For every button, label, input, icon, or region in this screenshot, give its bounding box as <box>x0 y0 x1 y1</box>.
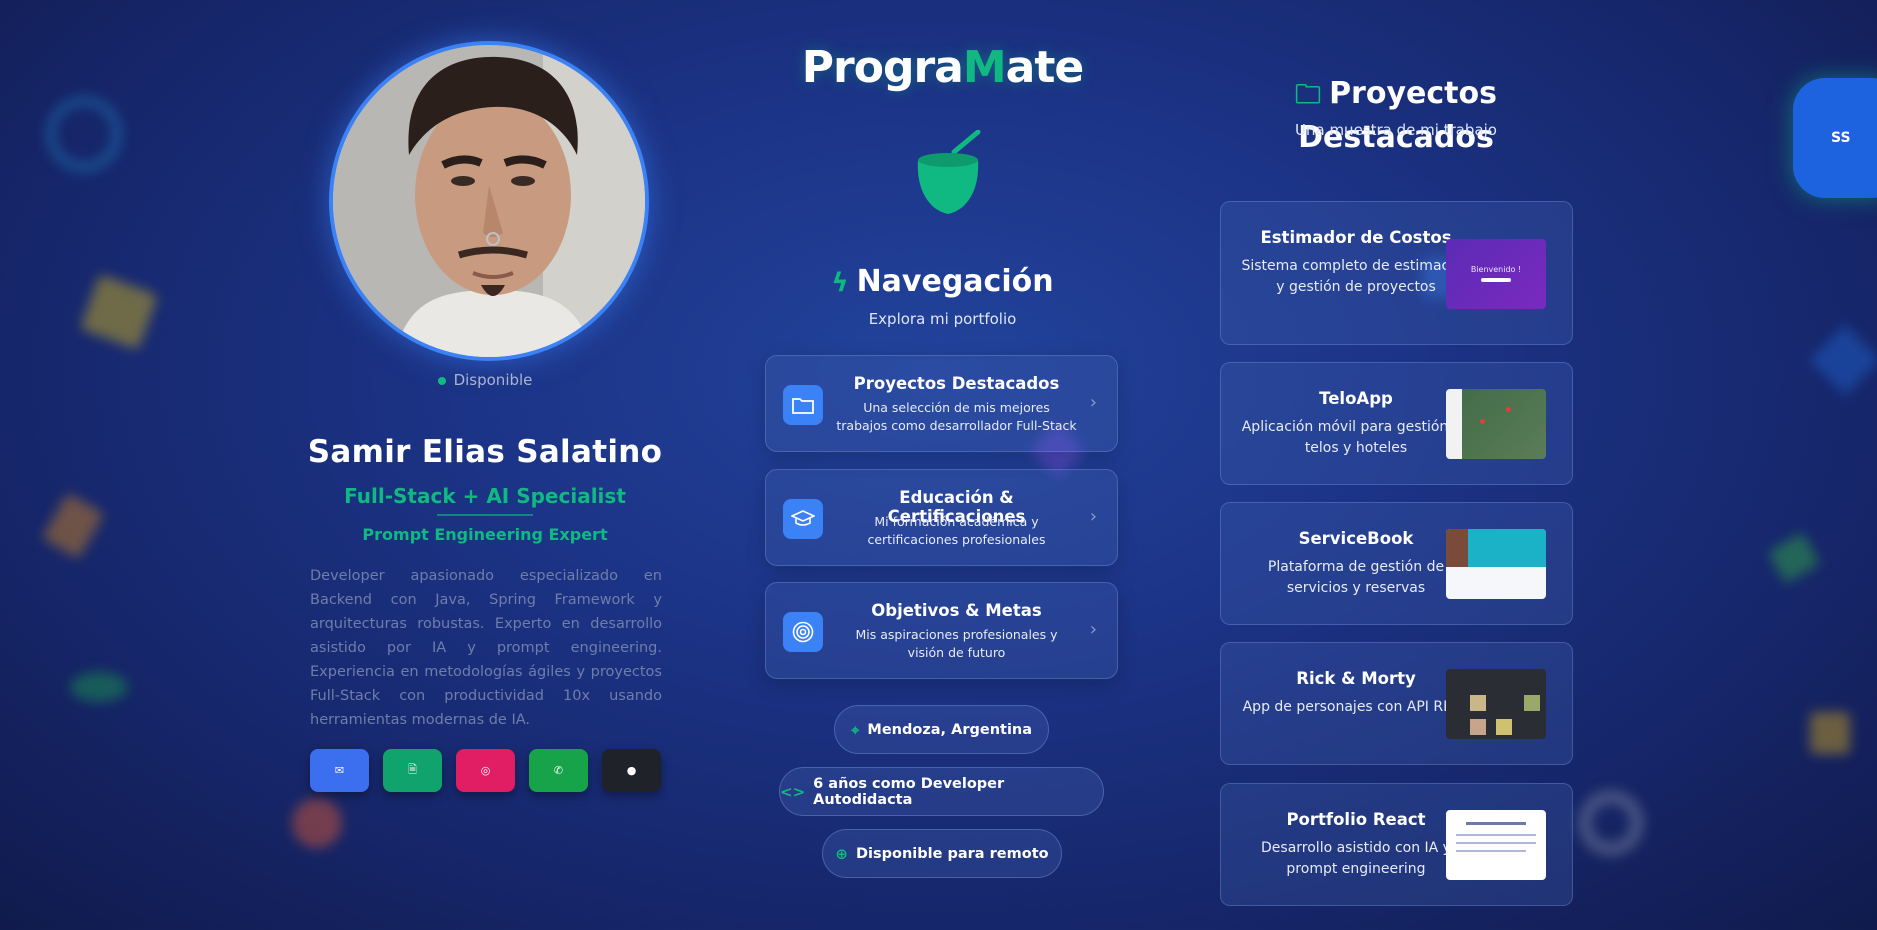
pill-label: Mendoza, Argentina <box>867 721 1033 738</box>
nav-card-desc: Una selección de mis mejores trabajos co… <box>836 400 1077 433</box>
chevron-right-icon: › <box>1089 392 1097 413</box>
user-avatar-badge[interactable]: SS <box>1793 78 1877 198</box>
nav-card-title: Objetivos & Metas <box>871 601 1042 620</box>
code-icon: <> <box>780 782 806 801</box>
nav-card-projects[interactable]: Proyectos Destacados Una selección de mi… <box>765 355 1118 452</box>
project-thumbnail <box>1446 669 1546 739</box>
project-title: Estimador de Costos <box>1260 228 1452 247</box>
user-initials: SS <box>1831 130 1851 146</box>
project-desc: Desarrollo asistido con IA y prompt engi… <box>1261 840 1451 877</box>
decorative-oval <box>70 672 128 702</box>
profile-name: Samir Elias Salatino <box>307 434 663 470</box>
target-icon <box>783 612 823 652</box>
project-card-portfolio-react[interactable]: Portfolio React Desarrollo asistido con … <box>1220 783 1573 906</box>
pill-label: 6 años como Developer Autodidacta <box>813 775 1005 808</box>
location-pin-icon: ⌖ <box>850 720 860 739</box>
document-icon: 🗎 <box>408 763 417 776</box>
decorative-diamond <box>1809 324 1877 396</box>
project-thumbnail: Bienvenido ! <box>1446 239 1546 309</box>
project-title: Rick & Morty <box>1296 669 1416 688</box>
mail-icon: ✉ <box>334 764 345 777</box>
projects-title-text: Proyectos Destacados <box>1298 76 1497 155</box>
project-desc: Aplicación móvil para gestión de telos y… <box>1241 419 1471 456</box>
pill-label: Disponible para remoto <box>855 845 1049 862</box>
cv-button[interactable]: 🗎 <box>383 749 442 792</box>
email-button[interactable]: ✉ <box>310 749 369 792</box>
project-title: Portfolio React <box>1286 810 1426 829</box>
lightning-icon: ϟ <box>831 268 849 298</box>
chevron-right-icon: › <box>1089 619 1097 640</box>
graduation-cap-icon <box>783 499 823 539</box>
project-thumbnail <box>1446 529 1546 599</box>
whatsapp-button[interactable]: ✆ <box>529 749 588 792</box>
navigation-title: ϟ Navegación <box>765 264 1120 299</box>
profile-role: Full-Stack + AI Specialist <box>344 484 626 508</box>
status-text: Disponible <box>453 371 533 389</box>
status-dot <box>437 376 446 385</box>
avatar-photo <box>333 45 645 357</box>
profile-subrole: Prompt Engineering Expert <box>362 525 608 544</box>
github-icon: ● <box>626 764 637 777</box>
project-title: TeloApp <box>1319 389 1393 408</box>
project-title: ServiceBook <box>1298 529 1414 548</box>
nav-card-title: Proyectos Destacados <box>853 374 1060 393</box>
decorative-leaf <box>1767 532 1821 584</box>
decorative-square <box>79 274 159 350</box>
project-desc: Sistema completo de estimación y gestión… <box>1241 258 1471 295</box>
logo-part: ate <box>1005 42 1085 93</box>
folder-icon <box>783 385 823 425</box>
decorative-gray-ring <box>1578 790 1644 856</box>
project-desc: Plataforma de gestión de servicios y res… <box>1267 559 1445 596</box>
project-thumbnail <box>1446 810 1546 880</box>
logo-accent: M <box>962 42 1007 93</box>
divider <box>437 514 533 516</box>
folder-icon: 🗀 <box>1295 80 1322 110</box>
thumbnail-button <box>1481 278 1511 282</box>
project-desc: App de personajes con API REST <box>1242 699 1470 715</box>
navigation-title-text: Navegación <box>856 264 1054 299</box>
globe-icon: ⊕ <box>835 844 848 863</box>
mate-icon <box>917 130 981 214</box>
decorative-gold-square <box>1810 712 1850 754</box>
decorative-circle <box>292 798 342 848</box>
instagram-button[interactable]: ◎ <box>456 749 515 792</box>
nav-card-goals[interactable]: Objetivos & Metas Mis aspiraciones profe… <box>765 582 1118 679</box>
whatsapp-icon: ✆ <box>553 764 564 777</box>
profile-bio: Developer apasionado especializado en Ba… <box>310 568 662 728</box>
experience-pill: <> 6 años como Developer Autodidacta <box>779 767 1104 816</box>
project-card-servicebook[interactable]: ServiceBook Plataforma de gestión de ser… <box>1220 502 1573 625</box>
nav-card-education[interactable]: Educación & Certificaciones Mi formación… <box>765 469 1118 566</box>
project-thumbnail <box>1446 389 1546 459</box>
decorative-ring <box>46 96 122 172</box>
availability-status: Disponible <box>300 371 670 389</box>
logo-part: Progra <box>801 42 964 93</box>
location-pill: ⌖ Mendoza, Argentina <box>834 705 1049 754</box>
thumbnail-text: Bienvenido ! <box>1470 265 1522 274</box>
projects-subtitle: Una muestra de mi trabajo <box>1295 121 1497 139</box>
project-card-estimador[interactable]: Estimador de Costos Sistema completo de … <box>1220 201 1573 345</box>
projects-title: 🗀 Proyectos Destacados <box>1220 76 1572 155</box>
project-card-rick-morty[interactable]: Rick & Morty App de personajes con API R… <box>1220 642 1573 765</box>
avatar <box>329 41 649 361</box>
brand-logo: PrograMate <box>765 42 1120 93</box>
decorative-shape <box>41 492 105 560</box>
nav-card-desc: Mis aspiraciones profesionales y visión … <box>855 627 1058 660</box>
instagram-icon: ◎ <box>480 764 491 777</box>
github-button[interactable]: ● <box>602 749 661 792</box>
project-card-teloapp[interactable]: TeloApp Aplicación móvil para gestión de… <box>1220 362 1573 485</box>
navigation-subtitle: Explora mi portfolio <box>868 310 1017 328</box>
nav-card-desc: Mi formación académica y certificaciones… <box>867 514 1046 547</box>
remote-pill: ⊕ Disponible para remoto <box>822 829 1062 878</box>
social-links: ✉ 🗎 ◎ ✆ ● <box>310 749 661 792</box>
chevron-right-icon: › <box>1089 506 1097 527</box>
